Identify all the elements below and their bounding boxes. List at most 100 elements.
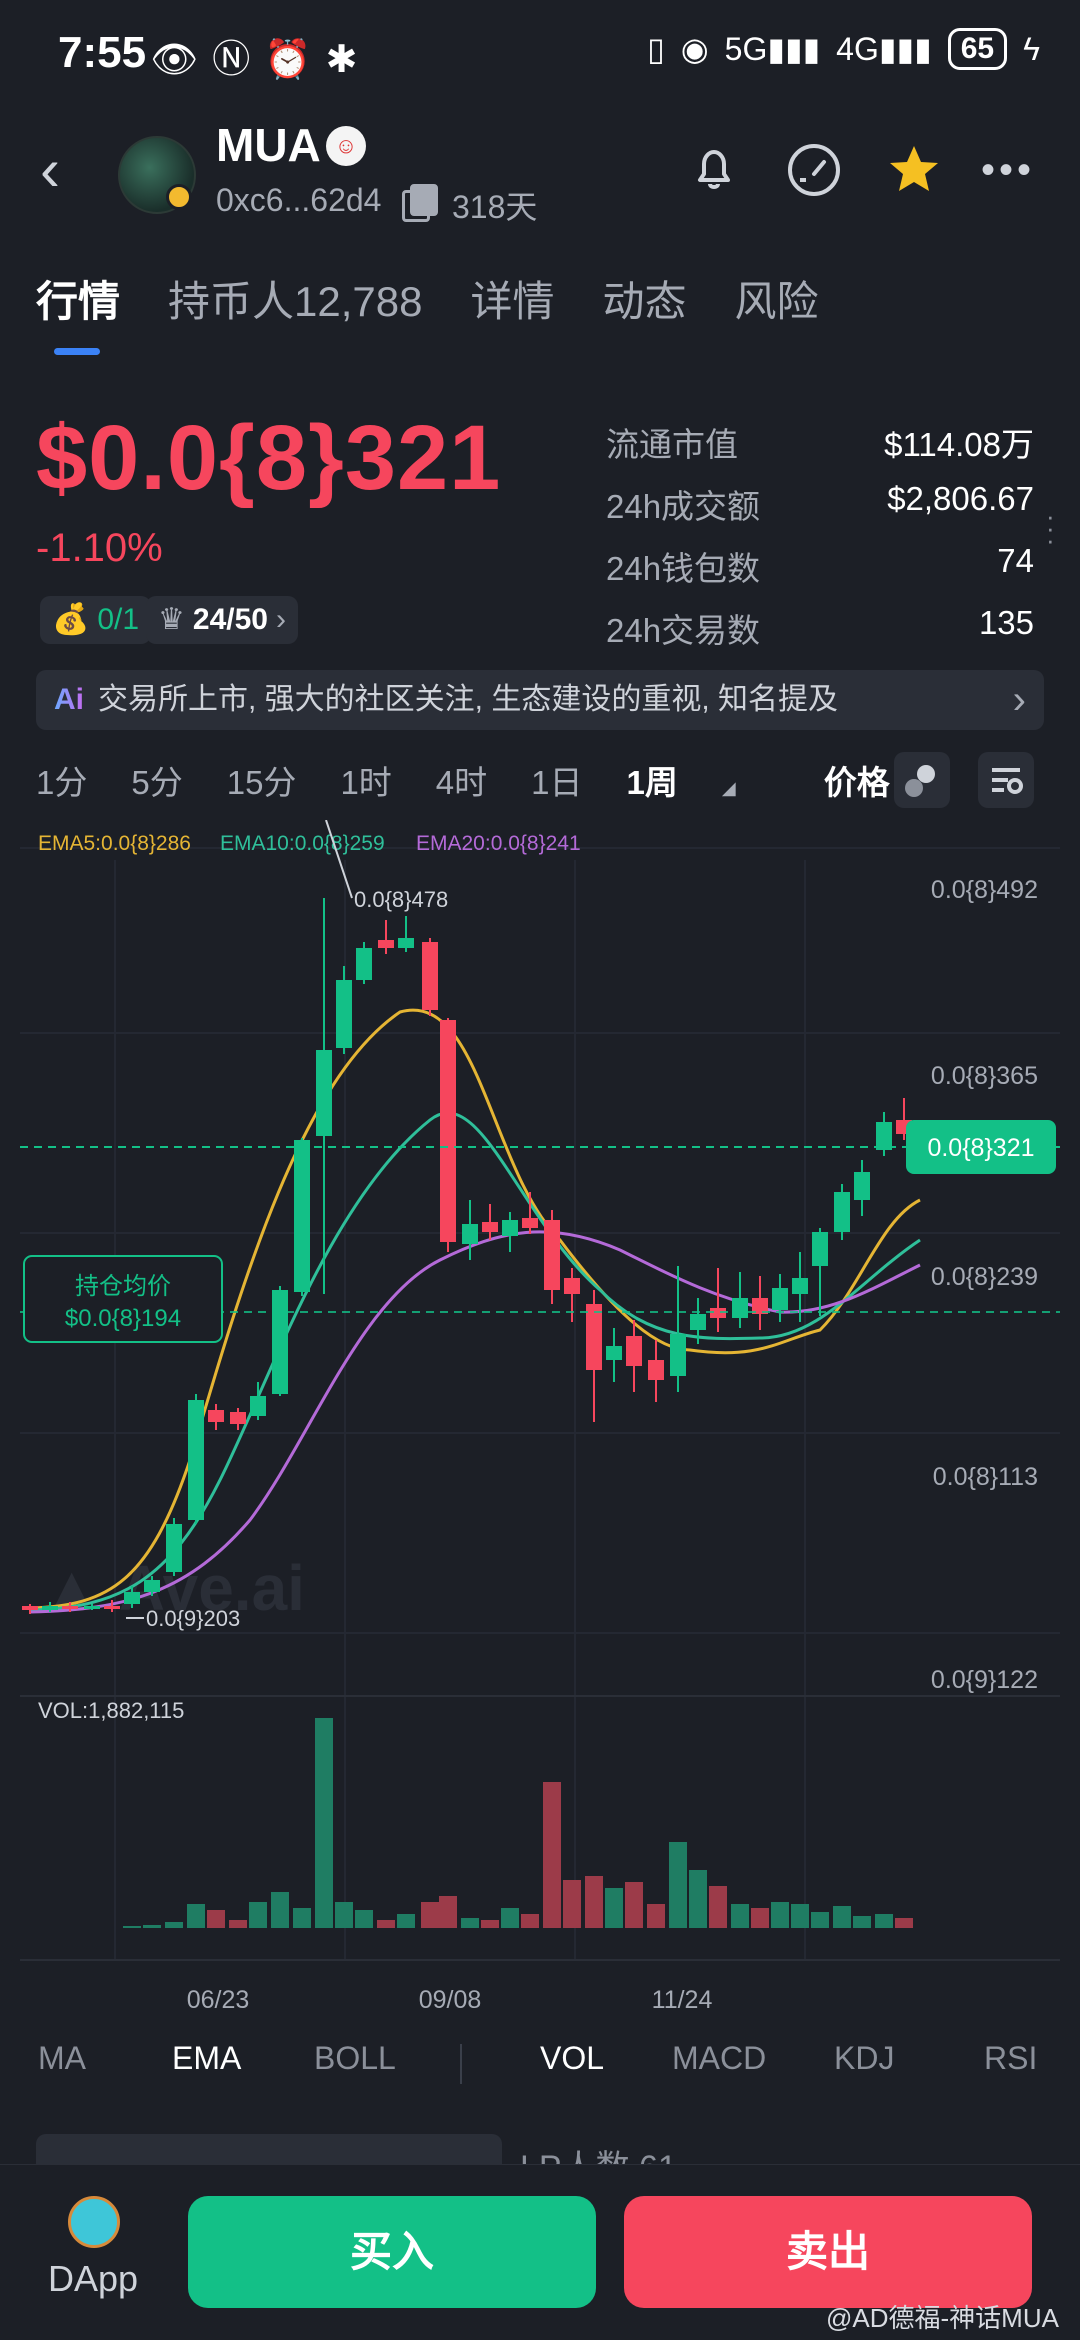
hotspot-icon: ◉	[680, 31, 709, 67]
volume-bar	[669, 1842, 687, 1928]
ind-vol[interactable]: VOL	[540, 2040, 604, 2077]
volume-bar	[689, 1870, 707, 1928]
volume-bar	[123, 1926, 141, 1928]
pancakeswap-icon[interactable]	[68, 2196, 120, 2248]
drawing-tool-button[interactable]	[894, 752, 950, 808]
low-label: 0.0{9}203	[146, 1606, 240, 1631]
volume-bar	[709, 1886, 727, 1928]
candle-body	[422, 942, 438, 1010]
charging-icon: ϟ	[1023, 30, 1040, 67]
ind-macd[interactable]: MACD	[672, 2040, 766, 2077]
chevron-right-icon: ›	[1012, 678, 1026, 722]
tf-1w[interactable]: 1周 ◢	[627, 756, 780, 804]
candle-body	[250, 1396, 266, 1416]
dapp-label[interactable]: DApp	[48, 2258, 138, 2300]
stat-row: 24h钱包数 74	[606, 542, 1034, 587]
stats-more-icon[interactable]: · · ·	[1046, 503, 1056, 553]
ind-boll[interactable]: BOLL	[314, 2040, 396, 2077]
tf-4h[interactable]: 4时	[436, 756, 487, 804]
candle-body	[84, 1606, 100, 1609]
ema5-legend: EMA5:0.0{8}286	[38, 832, 191, 855]
volume-label: VOL:1,882,115	[38, 1698, 184, 1723]
bluetooth-icon: ✱	[325, 39, 372, 81]
bell-icon[interactable]	[684, 140, 744, 200]
watermark: @AD德福-神话MUA	[826, 2303, 1059, 2333]
volume-bar	[335, 1902, 353, 1928]
money-bag-icon: 💰	[52, 603, 90, 636]
volume-bar	[481, 1920, 499, 1928]
candle-body	[62, 1606, 78, 1609]
candle-body	[188, 1400, 204, 1520]
tab-bar: 行情 持币人12,788 详情 动态 风险	[36, 268, 819, 329]
candle-body	[606, 1346, 622, 1360]
back-button[interactable]: ‹	[40, 140, 60, 200]
buy-button[interactable]: 买入	[188, 2196, 596, 2308]
tf-1d[interactable]: 1日	[531, 756, 582, 804]
x-axis-label: 11/24	[652, 1986, 713, 2014]
eye-icon: 👁	[150, 39, 213, 81]
contract-address[interactable]: 0xc6...62d4	[216, 182, 381, 219]
tf-1h[interactable]: 1时	[340, 756, 391, 804]
current-price: $0.0{8}321	[36, 407, 502, 509]
price-change: -1.10%	[36, 526, 163, 570]
volume-bar	[249, 1902, 267, 1928]
volume-bar	[791, 1904, 809, 1928]
volume-bar	[521, 1914, 539, 1928]
ai-summary-banner[interactable]: Ai 交易所上市, 强大的社区关注, 生态建设的重视, 知名提及 ›	[36, 670, 1044, 730]
tab-details[interactable]: 详情	[470, 268, 554, 329]
candle-body	[876, 1122, 892, 1150]
battery-indicator: 65	[947, 28, 1008, 70]
volume-bar	[315, 1718, 333, 1928]
ind-rsi[interactable]: RSI	[984, 2040, 1037, 2077]
tf-15m[interactable]: 15分	[227, 756, 297, 804]
volume-bar	[833, 1906, 851, 1928]
volume-bar	[563, 1880, 581, 1928]
candle-body	[440, 1020, 456, 1242]
token-age: 318天	[452, 189, 538, 225]
candle-body	[230, 1412, 246, 1424]
candle-body	[522, 1218, 538, 1228]
candle-body	[648, 1360, 664, 1380]
crown-chip[interactable]: ♛ 24/50 ›	[146, 596, 298, 644]
tf-5m[interactable]: 5分	[131, 756, 182, 804]
candle-body	[544, 1220, 560, 1290]
bag-chip[interactable]: 💰 0/1	[40, 596, 152, 644]
candle-body	[772, 1288, 788, 1310]
volume-bar	[647, 1904, 665, 1928]
chart-settings-button[interactable]	[978, 752, 1034, 808]
tab-risk[interactable]: 风险	[735, 268, 819, 329]
volume-bar	[751, 1908, 769, 1928]
chevron-right-icon: ›	[275, 603, 286, 636]
stat-row: 24h成交额 $2,806.67	[606, 480, 1034, 525]
ind-kdj[interactable]: KDJ	[834, 2040, 894, 2077]
tf-1m[interactable]: 1分	[36, 756, 87, 804]
current-price-tag: 0.0{8}321	[927, 1134, 1034, 1162]
candle-body	[690, 1314, 706, 1330]
star-icon[interactable]	[884, 140, 944, 200]
candle-body	[208, 1410, 224, 1422]
candle-body	[336, 980, 352, 1048]
sell-button[interactable]: 卖出	[624, 2196, 1032, 2308]
more-icon[interactable]: •••	[978, 140, 1038, 200]
candlestick-chart[interactable]: EMA5:0.0{8}286 EMA10:0.0{8}259 EMA20:0.0…	[0, 820, 1080, 2020]
candle-body	[564, 1278, 580, 1294]
candle-body	[356, 948, 372, 980]
volume-bar	[165, 1922, 183, 1928]
high-label: 0.0{8}478	[354, 887, 448, 912]
volume-bar	[853, 1916, 871, 1928]
ema10-legend: EMA10:0.0{8}259	[220, 832, 385, 855]
avg-cost-value: $0.0{8}194	[65, 1305, 181, 1332]
stat-row: 24h交易数 135	[606, 604, 1034, 649]
speedometer-icon[interactable]	[784, 140, 844, 200]
y-axis-label: 0.0{8}239	[931, 1263, 1038, 1291]
copy-icon[interactable]	[402, 184, 438, 222]
candle-body	[144, 1580, 160, 1592]
ind-ma[interactable]: MA	[38, 2040, 86, 2077]
tab-market[interactable]: 行情	[36, 268, 120, 329]
candle-body	[502, 1220, 518, 1236]
tab-activity[interactable]: 动态	[603, 268, 687, 329]
ind-ema[interactable]: EMA	[172, 2040, 241, 2077]
tab-holders[interactable]: 持币人12,788	[168, 268, 422, 329]
candle-body	[316, 1050, 332, 1136]
avg-cost-title: 持仓均价	[75, 1273, 171, 1300]
